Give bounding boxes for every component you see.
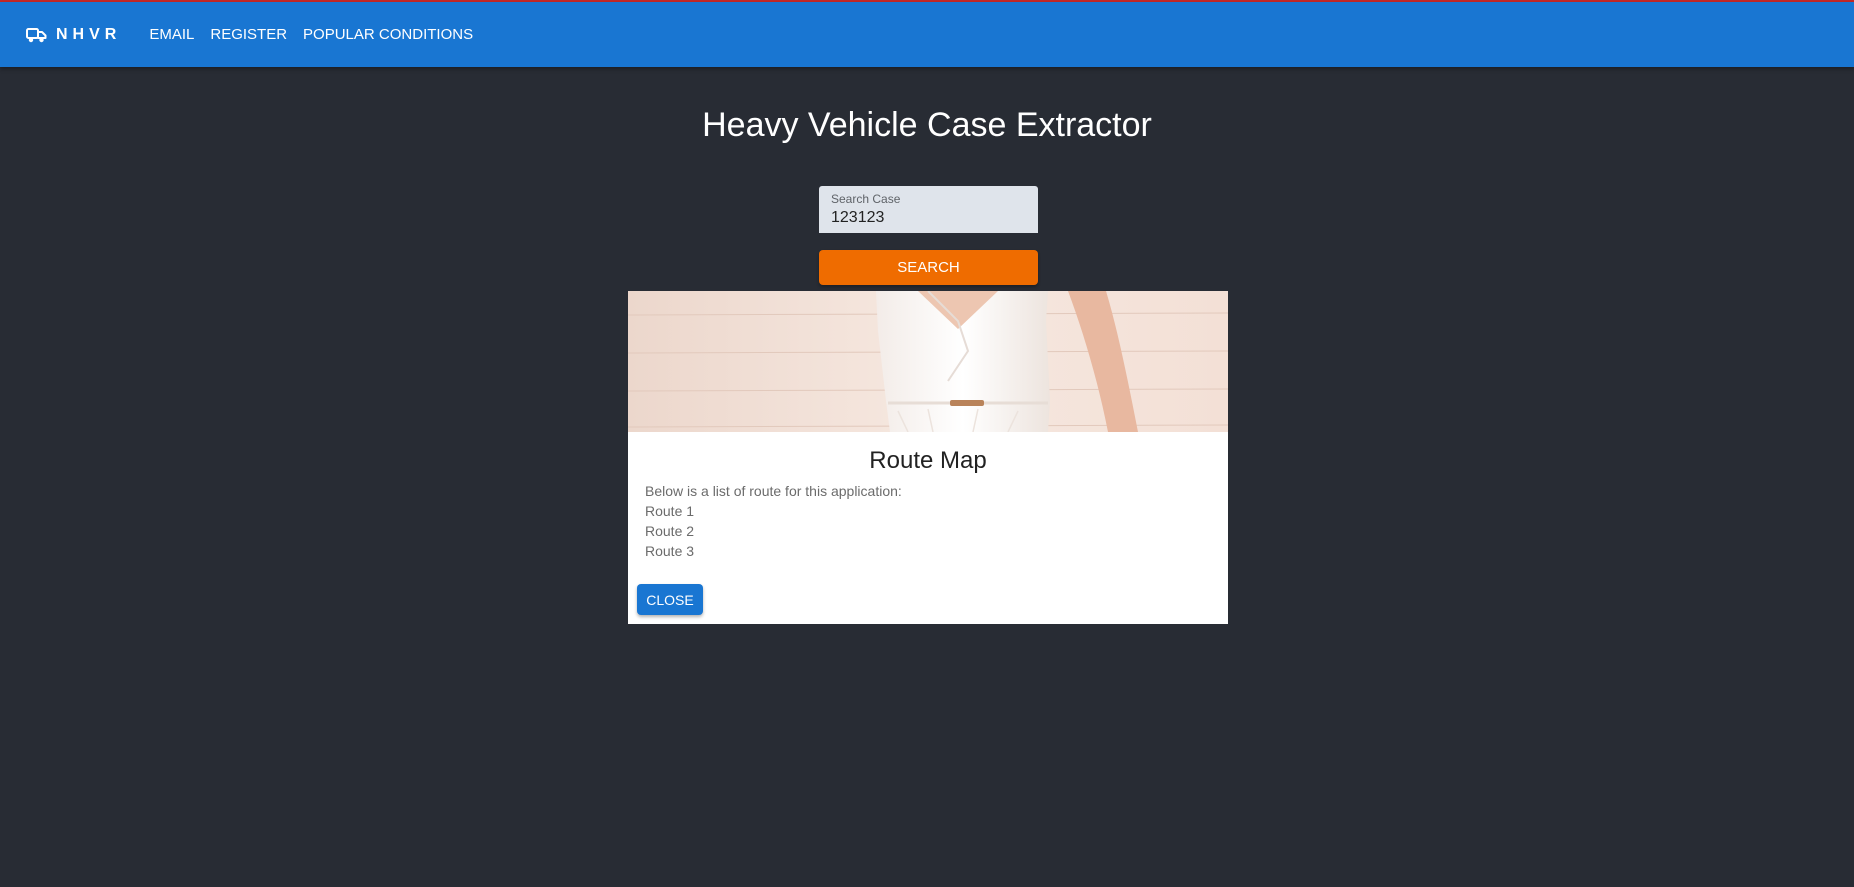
route-item: Route 1 bbox=[645, 503, 695, 519]
card-image bbox=[628, 291, 1228, 432]
search-case-input[interactable] bbox=[831, 208, 1026, 228]
page-title: Heavy Vehicle Case Extractor bbox=[702, 106, 1152, 144]
dialog-body: Below is a list of route for this applic… bbox=[645, 481, 902, 561]
app-bar: NHVR EMAIL REGISTER POPULAR CONDITIONS bbox=[0, 2, 1854, 67]
dialog-title: Route Map bbox=[869, 447, 987, 474]
brand-name: NHVR bbox=[56, 25, 122, 43]
nav-register[interactable]: REGISTER bbox=[202, 20, 295, 49]
brand[interactable]: NHVR bbox=[26, 26, 121, 44]
nav-popular-conditions[interactable]: POPULAR CONDITIONS bbox=[295, 20, 481, 49]
truck-icon bbox=[26, 27, 47, 43]
search-case-label: Search Case bbox=[831, 192, 901, 206]
nav-email[interactable]: EMAIL bbox=[141, 20, 202, 49]
route-item: Route 3 bbox=[645, 543, 695, 559]
search-case-field[interactable]: Search Case bbox=[819, 186, 1038, 233]
route-map-card: Route Map Below is a list of route for t… bbox=[628, 291, 1228, 624]
search-button[interactable]: SEARCH bbox=[819, 250, 1038, 285]
dialog-intro: Below is a list of route for this applic… bbox=[645, 483, 902, 499]
main-nav: EMAIL REGISTER POPULAR CONDITIONS bbox=[141, 20, 481, 49]
close-button[interactable]: CLOSE bbox=[637, 584, 703, 615]
route-item: Route 2 bbox=[645, 523, 695, 539]
